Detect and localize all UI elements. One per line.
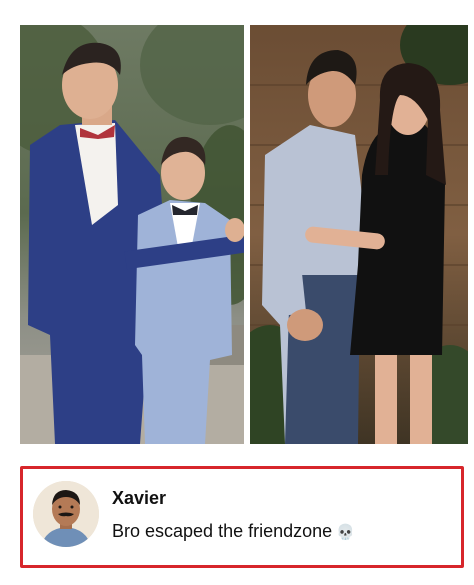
comment-card: Xavier Bro escaped the friendzone 💀 [20, 466, 464, 568]
left-photo[interactable] [20, 25, 244, 444]
comment-author[interactable]: Xavier [112, 488, 166, 509]
comment-body: Bro escaped the friendzone 💀 [112, 521, 355, 542]
photo-grid [20, 25, 468, 444]
right-photo[interactable] [250, 25, 468, 444]
user-avatar-photo[interactable] [33, 481, 99, 547]
comment-text: Bro escaped the friendzone [112, 521, 333, 541]
skull-emoji-icon: 💀 [336, 524, 355, 541]
